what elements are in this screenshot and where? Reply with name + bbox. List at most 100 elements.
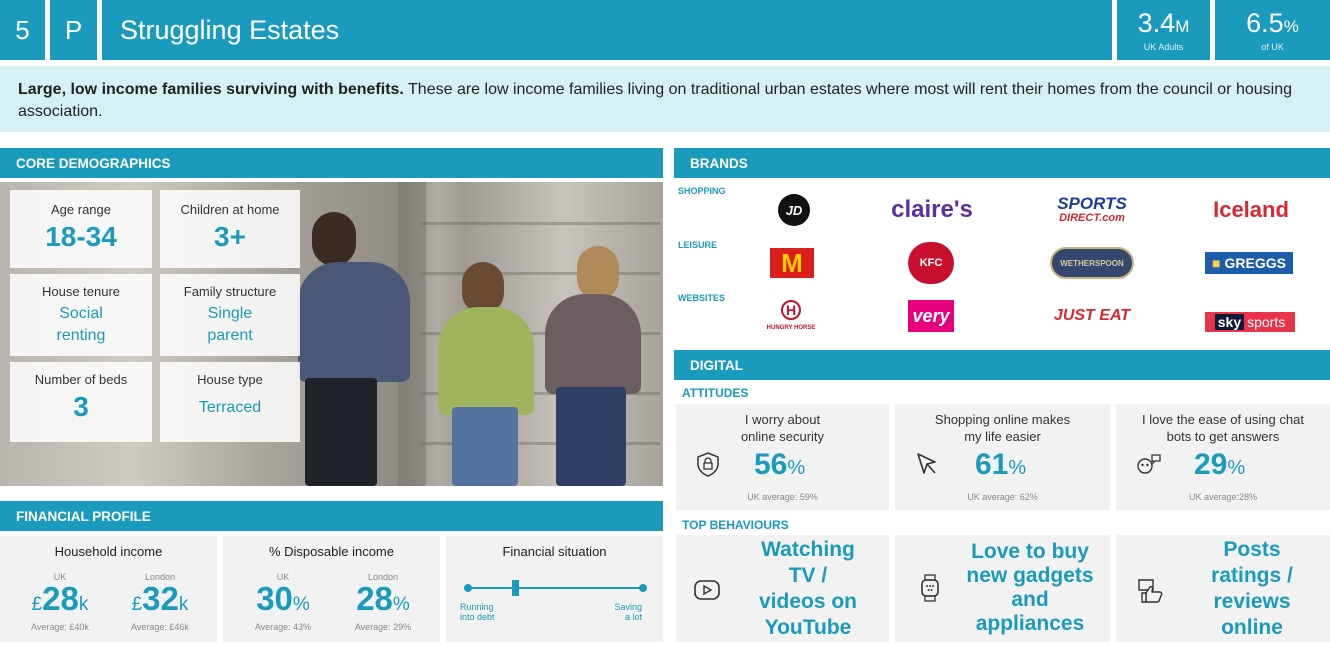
behaviour-card-reviews: Posts ratings / reviews online xyxy=(1116,535,1330,642)
hungry-horse-mark: H xyxy=(781,300,801,320)
behaviour-3-line2: ratings / xyxy=(1211,564,1293,587)
household-income-uk-value: £28k xyxy=(10,580,110,618)
attitude-3-line2: bots to get answers xyxy=(1166,429,1280,444)
financial-situation-card: Financial situation Running into debt Sav… xyxy=(446,536,663,642)
house-type-card: House type Terraced xyxy=(160,362,300,442)
sports-direct-word-1: SPORTS xyxy=(1057,194,1127,213)
behaviour-3-line4: online xyxy=(1221,616,1283,639)
mcdonalds-logo: M xyxy=(770,248,814,278)
behaviour-2-line2: new gadgets xyxy=(966,564,1094,587)
household-income-card: Household income UK London £28k £32k Ave… xyxy=(0,536,217,642)
brands-row-leisure-label: LEISURE xyxy=(678,240,718,250)
attitude-3-value: 29 xyxy=(1194,448,1228,481)
iceland-logo: Iceland xyxy=(1213,197,1289,222)
family-structure-label: Family structure xyxy=(183,284,277,299)
greggs-mark-icon: ■ xyxy=(1212,255,1221,271)
brands-row-websites-label: WEBSITES xyxy=(678,293,726,303)
behaviour-1-text: Watching TV / videos on YouTube xyxy=(738,537,878,641)
children-label: Children at home xyxy=(180,202,280,217)
attitude-1-line1: I worry about xyxy=(744,412,821,427)
uk-income-suffix: k xyxy=(78,594,89,615)
very-logo: very xyxy=(908,300,954,332)
digital-heading: DIGITAL xyxy=(674,350,1330,380)
core-demographics-heading: CORE DEMOGRAPHICS xyxy=(0,148,663,178)
behaviour-2-line1: Love to buy xyxy=(971,540,1089,563)
age-range-card: Age range 18-34 xyxy=(10,190,152,268)
house-tenure-card: House tenure Social renting xyxy=(10,274,152,356)
sky-wordmark: sky xyxy=(1214,314,1245,330)
behaviour-1-line1: Watching xyxy=(761,538,855,561)
house-type-value: Terraced xyxy=(198,399,262,416)
uk-income-number: 28 xyxy=(42,580,79,617)
children-card: Children at home 3+ xyxy=(160,190,300,268)
family-structure-card: Family structure Single parent xyxy=(160,274,300,356)
cursor-arrow-icon xyxy=(917,453,936,474)
financial-situation-scale xyxy=(468,587,643,589)
household-income-title: Household income xyxy=(54,544,163,559)
attitude-1-unit: % xyxy=(787,457,806,479)
security-shield-icon xyxy=(697,452,719,477)
attitude-3-unit: % xyxy=(1227,457,1246,479)
london-income-number: 32 xyxy=(142,580,179,617)
segment-title: Struggling Estates xyxy=(102,0,1112,60)
uk-disposable-suffix: % xyxy=(292,594,310,615)
hungry-horse-wordmark: HUNGRY HORSE xyxy=(766,325,816,331)
thumbs-up-icon xyxy=(1138,579,1163,603)
disposable-income-uk-value: 30% xyxy=(233,580,333,618)
number-of-beds-value: 3 xyxy=(73,391,89,422)
uk-adults-unit: M xyxy=(1175,17,1190,36)
header-bar: 5 P Struggling Estates 3.4M UK Adults 6.… xyxy=(0,0,1330,62)
attitude-2-value: 61 xyxy=(975,448,1009,481)
uk-share-label: of UK xyxy=(1261,42,1284,52)
financial-situation-marker xyxy=(511,580,519,596)
sports-wordmark: sports xyxy=(1247,314,1286,330)
segment-group-letter: P xyxy=(50,0,97,60)
attitude-3-line1: I love the ease of using chat xyxy=(1142,412,1304,427)
house-tenure-value-1: Social xyxy=(59,305,103,322)
london-disposable-suffix: % xyxy=(392,594,410,615)
attitude-2-average: UK average: 62% xyxy=(967,492,1038,502)
house-type-label: House type xyxy=(197,372,263,387)
behaviour-3-line1: Posts xyxy=(1223,538,1281,561)
london-currency-symbol: £ xyxy=(131,594,143,615)
uk-currency-symbol: £ xyxy=(31,594,43,615)
chatbot-icon xyxy=(1137,454,1161,474)
number-of-beds-card: Number of beds 3 xyxy=(10,362,152,442)
disposable-income-uk-average: Average: 43% xyxy=(254,622,312,632)
sky-sports-logo: sky sports xyxy=(1205,312,1295,332)
attitude-card-chatbots: I love the ease of using chat bots to get… xyxy=(1116,404,1330,510)
children-value: 3+ xyxy=(214,221,246,252)
family-structure-value-1: Single xyxy=(207,305,253,322)
uk-adults-stat: 3.4M UK Adults xyxy=(1117,0,1210,60)
attitude-1-line2: online security xyxy=(740,429,825,444)
disposable-income-london-average: Average: 29% xyxy=(354,622,412,632)
brands-row-shopping-label: SHOPPING xyxy=(678,186,726,196)
behaviour-3-text: Posts ratings / reviews online xyxy=(1182,537,1322,641)
attitude-1-value: 56 xyxy=(754,448,788,481)
attitudes-heading: ATTITUDES xyxy=(682,386,749,400)
description-lead: Large, low income families surviving wit… xyxy=(18,81,404,98)
scale-right-dot xyxy=(639,584,647,592)
brands-heading: BRANDS xyxy=(674,148,1330,178)
behaviour-1-line3: videos on xyxy=(758,590,858,613)
uk-share-stat: 6.5% of UK xyxy=(1215,0,1330,60)
uk-disposable-number: 30 xyxy=(256,580,293,617)
uk-share-unit: % xyxy=(1283,17,1299,36)
financial-profile-heading: FINANCIAL PROFILE xyxy=(0,501,663,531)
greggs-wordmark: GREGGS xyxy=(1224,255,1286,271)
house-tenure-label: House tenure xyxy=(41,284,121,299)
disposable-income-card: % Disposable income UK London 30% 28% Av… xyxy=(223,536,440,642)
wetherspoon-logo: WETHERSPOON xyxy=(1050,247,1134,279)
disposable-income-london-value: 28% xyxy=(333,580,433,618)
behaviour-2-line4: appliances xyxy=(975,612,1085,635)
sports-direct-word-2: DIRECT.com xyxy=(1059,212,1125,224)
disposable-income-title: % Disposable income xyxy=(268,544,394,559)
greggs-logo: ■ GREGGS xyxy=(1205,252,1293,274)
household-income-london-average: Average: £46k xyxy=(131,622,189,632)
attitude-card-shopping: Shopping online makes my life easier 61% … xyxy=(895,404,1110,510)
behaviour-card-gadgets: Love to buy new gadgets and appliances xyxy=(895,535,1110,642)
london-income-suffix: k xyxy=(178,594,189,615)
scale-left-dot xyxy=(464,584,472,592)
behaviour-3-line3: reviews xyxy=(1213,590,1291,613)
claires-logo: claire's xyxy=(891,196,973,223)
